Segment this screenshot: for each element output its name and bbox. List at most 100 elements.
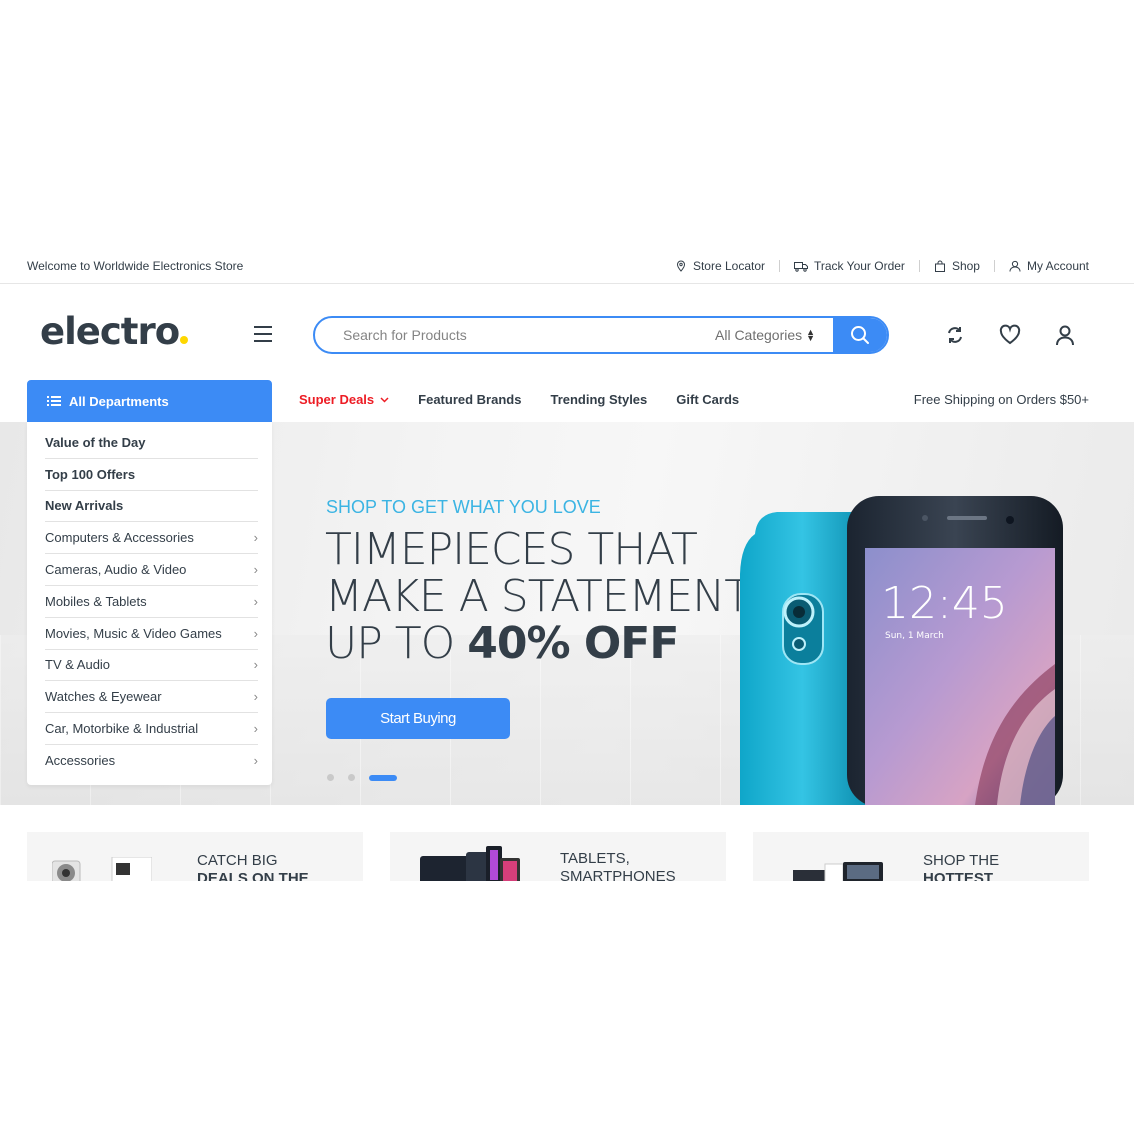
chevron-right-icon: › [253,753,258,769]
sidebar-item-mobiles[interactable]: Mobiles & Tablets › [45,586,258,618]
compare-icon[interactable] [944,324,966,346]
promo-line-2: SMARTPHONES [560,868,676,881]
all-departments-label: All Departments [69,393,169,409]
track-order-link[interactable]: Track Your Order [794,259,905,273]
phone-clock: 12:45 [881,578,1008,629]
my-account-label: My Account [1026,259,1089,273]
shop-link[interactable]: Shop [934,259,980,273]
hero-line-2: MAKE A STATEMENT [325,571,751,622]
sidebar-item-new-arrivals[interactable]: New Arrivals [45,491,258,523]
hero-line-3-prefix: UP TO [325,618,468,669]
chevron-right-icon: › [253,593,258,609]
site-logo[interactable]: electro [40,310,189,353]
search-bar: All Categories ▲▼ [313,316,889,354]
welcome-message: Welcome to Worldwide Electronics Store [27,259,244,273]
phone-date: Sun, 1 March [885,631,944,641]
sidebar-item-label: Top 100 Offers [45,466,136,482]
sidebar-item-tv-audio[interactable]: TV & Audio › [45,650,258,682]
nav-gift-cards[interactable]: Gift Cards [676,392,739,407]
chevron-down-icon [380,396,389,403]
nav-super-deals[interactable]: Super Deals [299,392,389,407]
slider-dot-1[interactable] [327,774,334,781]
sidebar-item-label: Accessories [45,753,116,769]
wishlist-heart-icon[interactable] [999,324,1021,346]
my-account-link[interactable]: My Account [1009,259,1089,273]
departments-menu: Value of the Day Top 100 Offers New Arri… [27,422,272,785]
page: Welcome to Worldwide Electronics Store S… [0,0,1134,1134]
store-locator-link[interactable]: Store Locator [675,259,765,273]
promo-card-tablets[interactable]: TABLETS, SMARTPHONES [390,832,726,881]
free-shipping-note: Free Shipping on Orders $50+ [913,392,1089,407]
promo-text: CATCH BIG DEALS ON THE [197,852,309,881]
sidebar-item-label: Computers & Accessories [45,530,194,546]
sidebar-item-computers[interactable]: Computers & Accessories › [45,522,258,555]
phone-image: 12:45 Sun, 1 March [740,496,1063,805]
search-input[interactable] [315,318,703,352]
nav-trending-styles[interactable]: Trending Styles [550,392,647,407]
shopping-bag-icon [934,260,945,272]
divider [993,260,995,272]
sidebar-item-watches[interactable]: Watches & Eyewear › [45,681,258,714]
sidebar-item-movies[interactable]: Movies, Music & Video Games › [45,618,258,650]
sidebar-item-label: Car, Motorbike & Industrial [45,721,199,737]
list-icon [47,396,61,406]
account-user-icon[interactable] [1054,324,1076,346]
store-locator-label: Store Locator [692,259,765,273]
sidebar-item-label: Value of the Day [45,434,146,450]
promo-text: SHOP THE HOTTEST [923,852,999,881]
nav-super-deals-label: Super Deals [299,392,375,407]
promo-line-1: TABLETS, [560,850,630,867]
slider-dot-3[interactable] [369,774,397,781]
hero-line-3: UP TO 40% OFF [325,620,750,667]
slider-dots [327,774,397,781]
all-departments-button[interactable]: All Departments [27,380,272,422]
top-bar: Welcome to Worldwide Electronics Store S… [0,250,1134,284]
divider [918,260,920,272]
sidebar-item-label: Watches & Eyewear [45,689,162,705]
main-nav: Super Deals Featured Brands Trending Sty… [299,392,739,407]
sidebar-item-value-of-the-day[interactable]: Value of the Day [45,427,258,459]
sidebar-item-label: TV & Audio [45,657,111,673]
promo-text: TABLETS, SMARTPHONES [560,850,676,881]
chevron-right-icon: › [253,657,258,673]
hero-eyebrow: SHOP TO GET WHAT YOU LOVE [326,497,601,517]
category-select-value: All Categories [715,327,803,343]
camera-product-image [52,857,152,881]
sidebar-item-label: New Arrivals [45,498,124,514]
select-arrows-icon: ▲ ▼ [806,327,815,343]
shop-label: Shop [951,259,980,273]
chevron-right-icon: › [253,721,258,737]
hero-discount: 40% OFF [467,618,679,669]
promo-line-2: DEALS ON THE [197,870,309,881]
sidebar-item-car[interactable]: Car, Motorbike & Industrial › [45,713,258,745]
search-button[interactable] [833,318,887,352]
sidebar-item-accessories[interactable]: Accessories › [45,745,258,777]
track-order-label: Track Your Order [814,259,905,273]
laptop-product-image [793,862,883,881]
sidebar-item-cameras[interactable]: Cameras, Audio & Video › [45,554,258,586]
promo-card-hottest[interactable]: SHOP THE HOTTEST [753,832,1089,881]
sidebar-item-top-100-offers[interactable]: Top 100 Offers [45,459,258,491]
promo-line-1: CATCH BIG [197,852,278,869]
hero-headline: TIMEPIECES THAT MAKE A STATEMENT UP TO 4… [325,524,751,667]
promo-card-deals[interactable]: CATCH BIG DEALS ON THE [27,832,363,881]
menu-icon[interactable] [254,326,272,342]
promo-cards: CATCH BIG DEALS ON THE TABLETS, SMARTPHONE… [27,832,1089,881]
tablets-product-image [420,846,520,881]
sidebar-item-label: Mobiles & Tablets [45,593,147,609]
chevron-right-icon: › [253,625,258,641]
map-pin-icon [676,260,685,272]
hero-line-1: TIMEPIECES THAT [325,524,698,575]
divider [779,260,780,272]
search-icon [851,326,869,344]
category-select[interactable]: All Categories ▲ ▼ [703,318,833,352]
promo-line-2: HOTTEST [923,870,993,881]
slider-dot-2[interactable] [348,774,355,781]
chevron-right-icon: › [253,562,258,578]
sidebar-item-label: Movies, Music & Video Games [45,625,222,641]
top-links: Store Locator Track Your Order Shop My A… [675,259,1089,273]
start-buying-button[interactable]: Start Buying [326,698,510,739]
promo-line-1: SHOP THE [923,852,1000,869]
nav-featured-brands[interactable]: Featured Brands [418,392,521,407]
user-icon [1009,260,1021,272]
